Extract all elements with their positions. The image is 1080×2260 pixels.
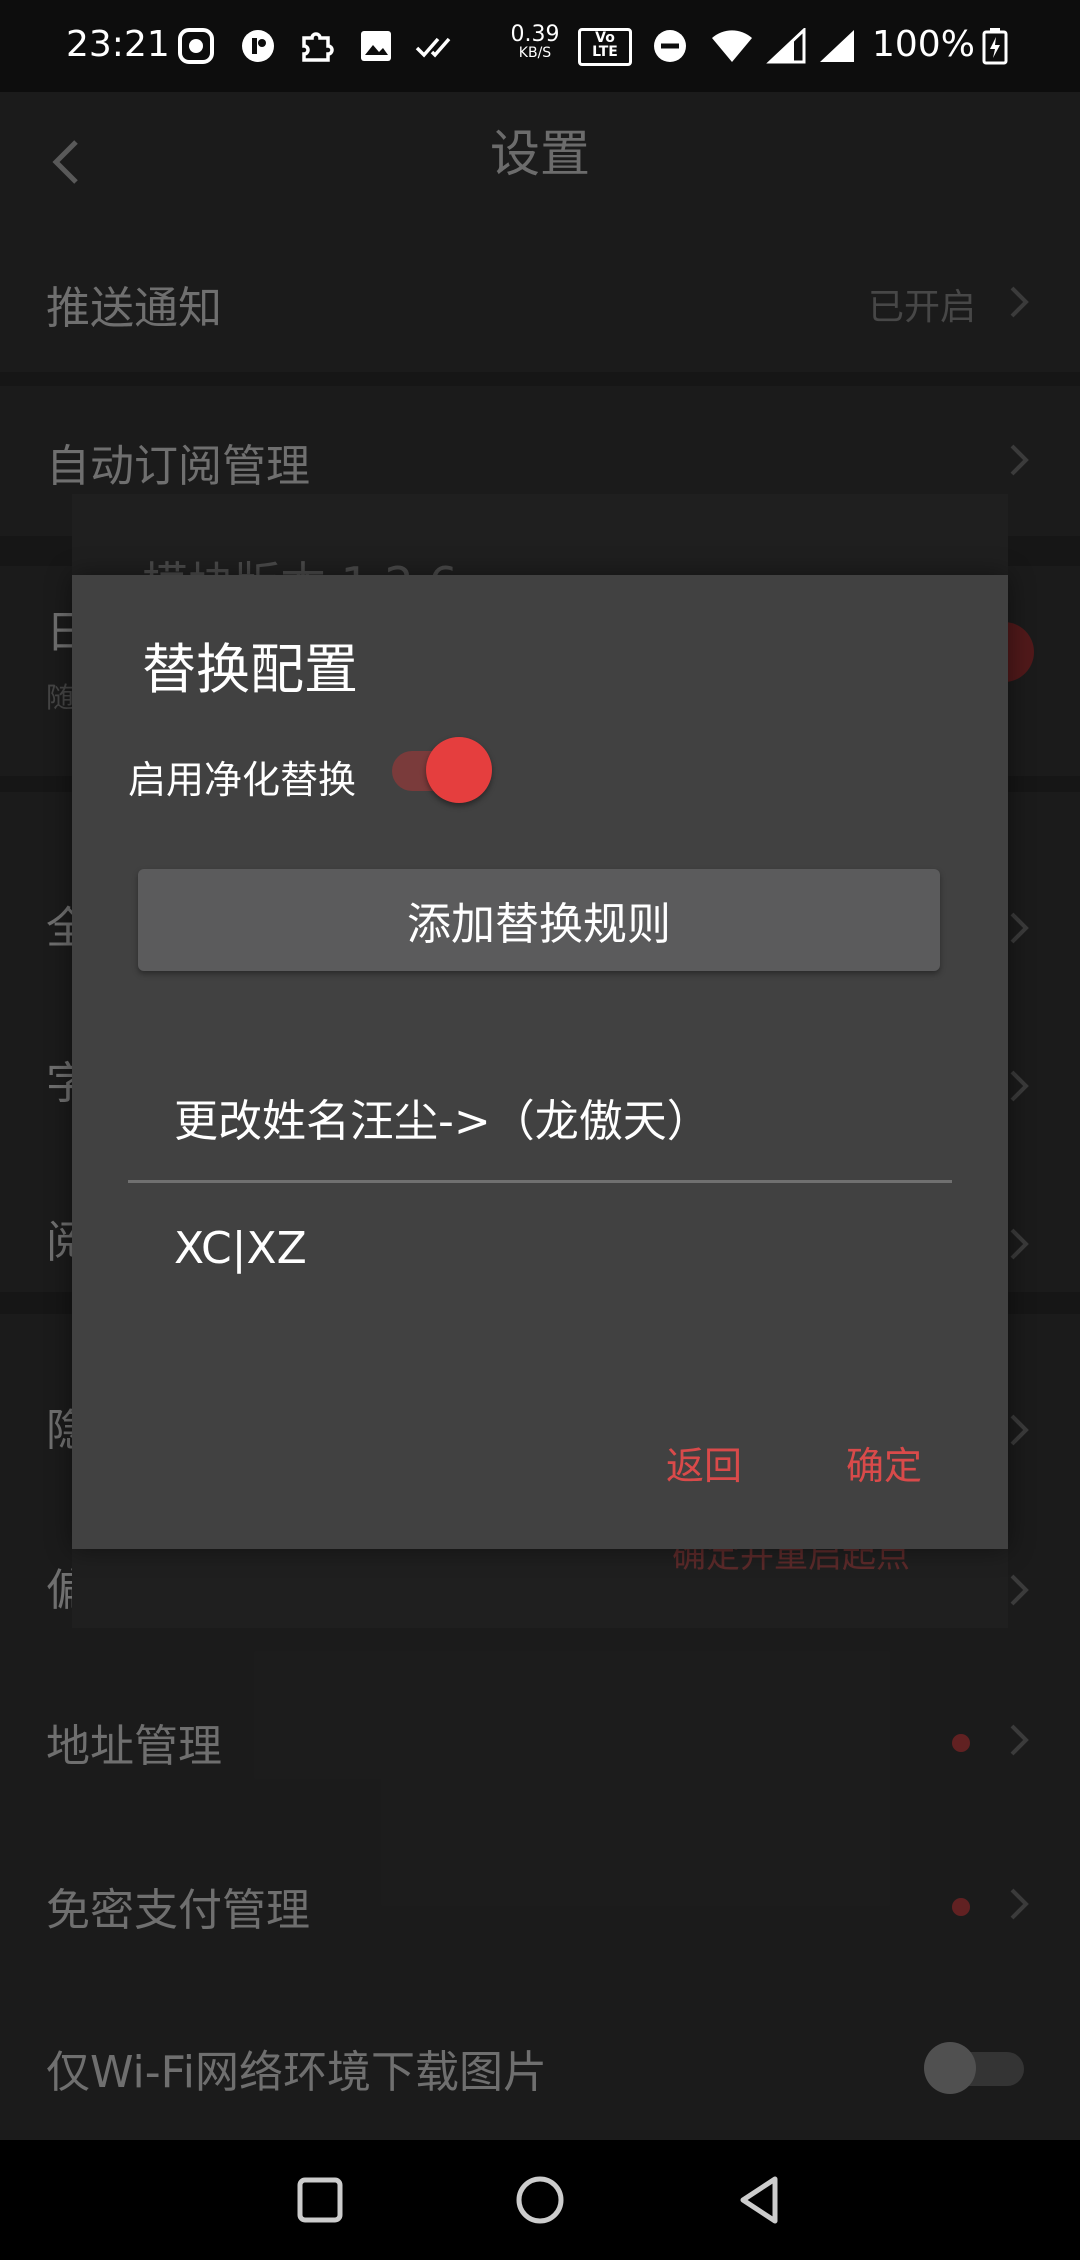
navigation-bar <box>0 2140 1080 2260</box>
wifi-icon <box>710 28 754 64</box>
volte-badge: Vo LTE <box>578 28 632 66</box>
network-speed: 0.39 KB/S <box>510 22 560 61</box>
double-check-icon <box>414 28 458 64</box>
rule-divider <box>128 1180 952 1183</box>
dnd-icon <box>652 28 688 64</box>
rule-item[interactable]: XC|XZ <box>174 1223 307 1274</box>
recent-apps-button[interactable] <box>290 2170 350 2230</box>
dialog-actions: 返回 确定 <box>72 1435 1008 1515</box>
puzzle-icon <box>298 28 334 64</box>
cell-signal-icon <box>814 28 860 64</box>
notification-app-icon <box>178 28 214 64</box>
battery-percent: 100% <box>872 24 975 65</box>
confirm-button[interactable]: 确定 <box>846 1435 922 1490</box>
notification-app-icon <box>240 28 276 64</box>
add-rule-button[interactable]: 添加替换规则 <box>138 869 940 971</box>
status-time: 23:21 <box>66 24 170 65</box>
enable-purify-toggle[interactable] <box>392 737 492 803</box>
rule-item[interactable]: 更改姓名汪尘->（龙傲天） <box>174 1085 711 1149</box>
home-button[interactable] <box>510 2170 570 2230</box>
nav-back-button[interactable] <box>730 2170 790 2230</box>
image-icon <box>358 28 394 64</box>
home-icon <box>516 2176 564 2224</box>
battery-charging-icon <box>980 28 1010 65</box>
back-button[interactable]: 返回 <box>666 1435 742 1490</box>
enable-purify-label: 启用净化替换 <box>128 758 357 802</box>
dialog-title: 替换配置 <box>142 638 358 701</box>
recent-apps-icon <box>297 2177 343 2223</box>
back-icon <box>740 2176 778 2224</box>
status-bar: 23:21 0.39 KB/S Vo LTE 100% <box>0 0 1080 92</box>
cell-signal-icon <box>764 28 810 64</box>
replace-config-dialog: 替换配置 启用净化替换 添加替换规则 更改姓名汪尘->（龙傲天） XC|XZ 返… <box>72 575 1008 1549</box>
